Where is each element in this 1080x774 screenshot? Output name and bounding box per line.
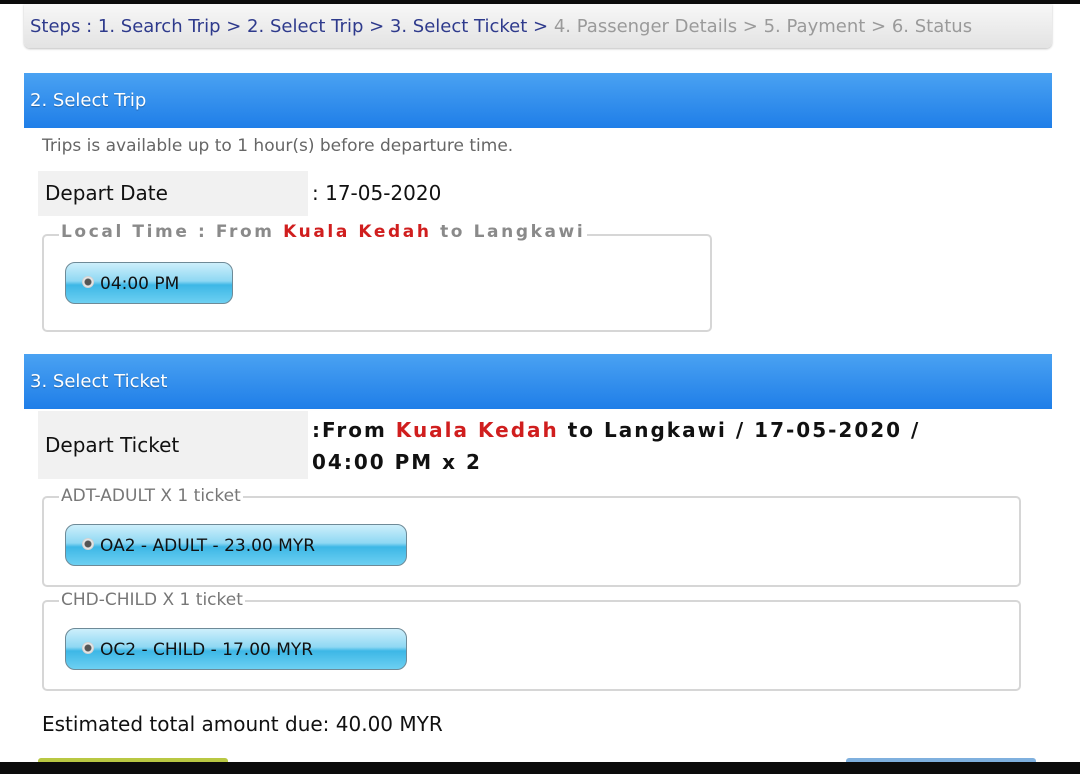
local-time-fieldset: Local Time : From Kuala Kedah to Langkaw…: [42, 222, 712, 332]
step-separator: >: [865, 16, 892, 37]
step-passenger-details: 4. Passenger Details: [553, 16, 738, 37]
depart-ticket-line2: 04:00 PM x 2: [312, 450, 482, 474]
radio-icon[interactable]: [82, 538, 94, 550]
bottom-edge: [0, 762, 1080, 774]
child-legend: CHD-CHILD X 1 ticket: [59, 590, 245, 610]
select-trip-header: 2. Select Trip: [24, 73, 1052, 128]
step-separator: >: [737, 16, 764, 37]
legend-prefix: Local Time : From: [61, 222, 284, 242]
ticket-origin: Kuala Kedah: [395, 418, 559, 442]
radio-icon[interactable]: [82, 276, 94, 288]
steps-prefix: Steps :: [30, 16, 98, 37]
ticket-suffix: to Langkawi / 17-05-2020 /: [558, 418, 921, 442]
step-separator: >: [220, 16, 248, 37]
step-status: 6. Status: [891, 16, 973, 37]
legend-origin: Kuala Kedah: [283, 222, 432, 242]
legend-middle: to: [431, 222, 474, 242]
adult-ticket-option[interactable]: OA2 - ADULT - 23.00 MYR: [65, 524, 407, 566]
ticket-prefix: :From: [312, 418, 396, 442]
time-option-label: 04:00 PM: [100, 274, 180, 294]
depart-ticket-line1: :From Kuala Kedah to Langkawi / 17-05-20…: [312, 414, 920, 446]
local-time-legend: Local Time : From Kuala Kedah to Langkaw…: [59, 222, 588, 242]
adult-option-label: OA2 - ADULT - 23.00 MYR: [100, 536, 316, 556]
select-ticket-header: 3. Select Ticket: [24, 354, 1052, 409]
step-separator: >: [527, 16, 554, 37]
step-search-trip[interactable]: 1. Search Trip: [98, 16, 221, 37]
steps-breadcrumb: Steps : 1. Search Trip > 2. Select Trip …: [24, 4, 1052, 48]
depart-ticket-label: Depart Ticket: [38, 411, 308, 479]
child-ticket-option[interactable]: OC2 - CHILD - 17.00 MYR: [65, 628, 407, 670]
adult-fieldset: ADT-ADULT X 1 ticket OA2 - ADULT - 23.00…: [42, 486, 1021, 587]
availability-note: Trips is available up to 1 hour(s) befor…: [42, 136, 514, 156]
step-separator: >: [363, 16, 390, 37]
depart-date-label: Depart Date: [38, 171, 308, 216]
child-option-label: OC2 - CHILD - 17.00 MYR: [100, 640, 314, 660]
radio-icon[interactable]: [82, 642, 94, 654]
step-select-trip[interactable]: 2. Select Trip: [247, 16, 363, 37]
depart-date-value: : 17-05-2020: [312, 181, 442, 205]
child-fieldset: CHD-CHILD X 1 ticket OC2 - CHILD - 17.00…: [42, 590, 1021, 691]
time-option-button[interactable]: 04:00 PM: [65, 262, 233, 304]
adult-legend: ADT-ADULT X 1 ticket: [59, 486, 243, 506]
step-payment: 5. Payment: [763, 16, 866, 37]
estimated-total: Estimated total amount due: 40.00 MYR: [42, 712, 443, 736]
step-select-ticket[interactable]: 3. Select Ticket: [390, 16, 527, 37]
legend-destination: Langkawi: [473, 222, 586, 242]
